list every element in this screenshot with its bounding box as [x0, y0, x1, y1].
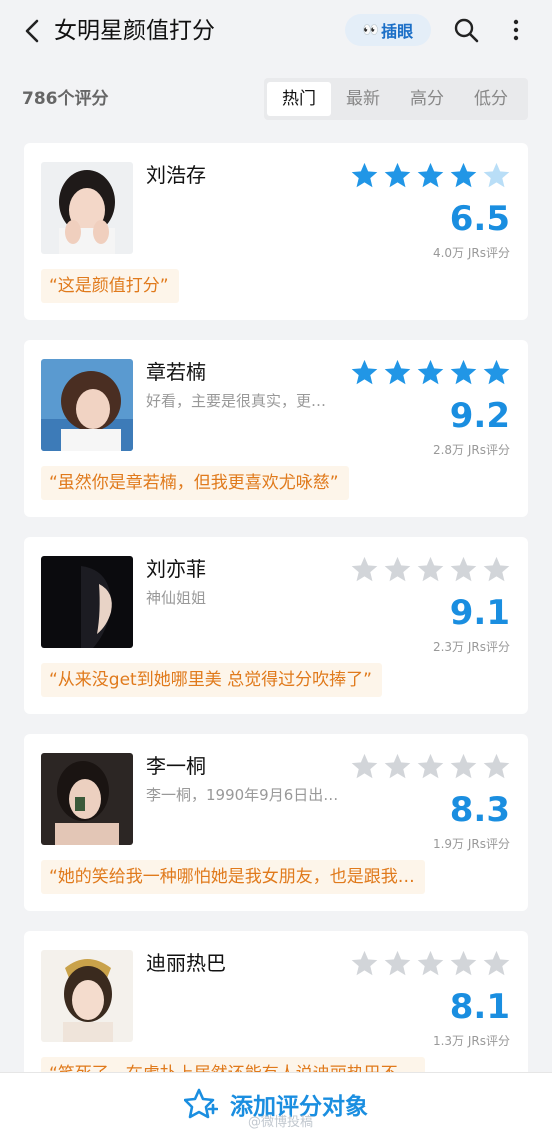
star-icon — [384, 950, 411, 976]
search-icon[interactable] — [452, 16, 480, 44]
item-votes: 4.0万 JRs评分 — [432, 246, 510, 260]
item-name: 李一桐 — [146, 754, 206, 778]
star-icon — [351, 950, 378, 976]
item-name: 刘浩存 — [146, 163, 206, 187]
eyes-icon: 👀 — [362, 22, 379, 38]
item-subtitle: 神仙姐姐 — [146, 589, 207, 607]
star-icon — [417, 556, 444, 582]
page-title: 女明星颜值打分 — [54, 18, 215, 44]
star-rating[interactable] — [350, 752, 511, 781]
top-comment[interactable]: “从来没get到她哪里美 总觉得过分吹捧了” — [41, 663, 382, 697]
star-plus-icon — [184, 1088, 218, 1119]
item-score: 8.1 — [449, 987, 510, 1027]
star-icon — [351, 162, 378, 188]
item-name: 刘亦菲 — [146, 557, 206, 581]
rating-card[interactable]: 刘浩存 6.5 4.0万 JRs评分 “这是颜值打分” — [24, 143, 528, 320]
star-icon — [384, 753, 411, 779]
avatar — [41, 162, 133, 254]
star-rating[interactable] — [350, 949, 511, 978]
star-icon — [417, 950, 444, 976]
item-name: 章若楠 — [146, 360, 206, 384]
star-icon — [450, 556, 477, 582]
tab-latest[interactable]: 最新 — [331, 82, 395, 116]
star-icon — [450, 162, 477, 188]
avatar — [41, 556, 133, 648]
item-score: 8.3 — [449, 790, 510, 830]
rating-card[interactable]: 李一桐 李一桐，1990年9月6日出… 8.3 1.9万 JRs评分 “她的笑给… — [24, 734, 528, 911]
item-votes: 2.8万 JRs评分 — [432, 443, 510, 457]
item-votes: 2.3万 JRs评分 — [432, 640, 510, 654]
star-icon — [483, 162, 510, 188]
star-icon — [483, 556, 510, 582]
peek-label: 插眼 — [381, 22, 414, 41]
item-subtitle: 好看，主要是很真实，更… — [146, 392, 327, 410]
item-score: 9.1 — [449, 593, 510, 633]
more-vertical-icon[interactable] — [506, 16, 526, 44]
star-icon — [384, 162, 411, 188]
star-icon — [483, 950, 510, 976]
item-votes: 1.3万 JRs评分 — [432, 1034, 510, 1048]
star-icon — [351, 359, 378, 385]
rating-card[interactable]: 章若楠 好看，主要是很真实，更… 9.2 2.8万 JRs评分 “虽然你是章若楠… — [24, 340, 528, 517]
star-icon — [450, 753, 477, 779]
item-score: 6.5 — [449, 199, 510, 239]
item-score: 9.2 — [449, 396, 510, 436]
star-icon — [384, 359, 411, 385]
star-icon — [417, 162, 444, 188]
rating-count: 786个评分 — [22, 89, 109, 109]
sort-tabs: 热门 最新 高分 低分 — [264, 78, 528, 120]
item-subtitle: 李一桐，1990年9月6日出… — [146, 786, 339, 804]
top-bar: 女明星颜值打分 👀 插眼 — [0, 0, 552, 62]
item-name: 迪丽热巴 — [146, 951, 226, 975]
star-icon — [417, 359, 444, 385]
top-comment[interactable]: “这是颜值打分” — [41, 269, 179, 303]
star-rating[interactable] — [350, 358, 511, 387]
tab-lowest[interactable]: 低分 — [459, 82, 523, 116]
star-icon — [483, 359, 510, 385]
star-icon — [417, 753, 444, 779]
star-icon — [351, 556, 378, 582]
star-icon — [384, 556, 411, 582]
tab-hot[interactable]: 热门 — [267, 82, 331, 116]
chevron-left-icon[interactable] — [20, 16, 46, 46]
avatar — [41, 950, 133, 1042]
tab-highest[interactable]: 高分 — [395, 82, 459, 116]
star-icon — [450, 359, 477, 385]
top-comment[interactable]: “虽然你是章若楠，但我更喜欢尤咏慈” — [41, 466, 349, 500]
star-icon — [450, 950, 477, 976]
watermark: @微博投稿 — [248, 1115, 314, 1130]
top-comment[interactable]: “她的笑给我一种哪怕她是我女朋友，也是跟我… — [41, 860, 425, 894]
star-rating[interactable] — [350, 161, 511, 190]
star-icon — [483, 753, 510, 779]
rating-card[interactable]: 刘亦菲 神仙姐姐 9.1 2.3万 JRs评分 “从来没get到她哪里美 总觉得… — [24, 537, 528, 714]
avatar — [41, 753, 133, 845]
item-votes: 1.9万 JRs评分 — [432, 837, 510, 851]
avatar — [41, 359, 133, 451]
star-rating[interactable] — [350, 555, 511, 584]
star-icon — [351, 753, 378, 779]
peek-button[interactable]: 👀 插眼 — [345, 14, 431, 46]
